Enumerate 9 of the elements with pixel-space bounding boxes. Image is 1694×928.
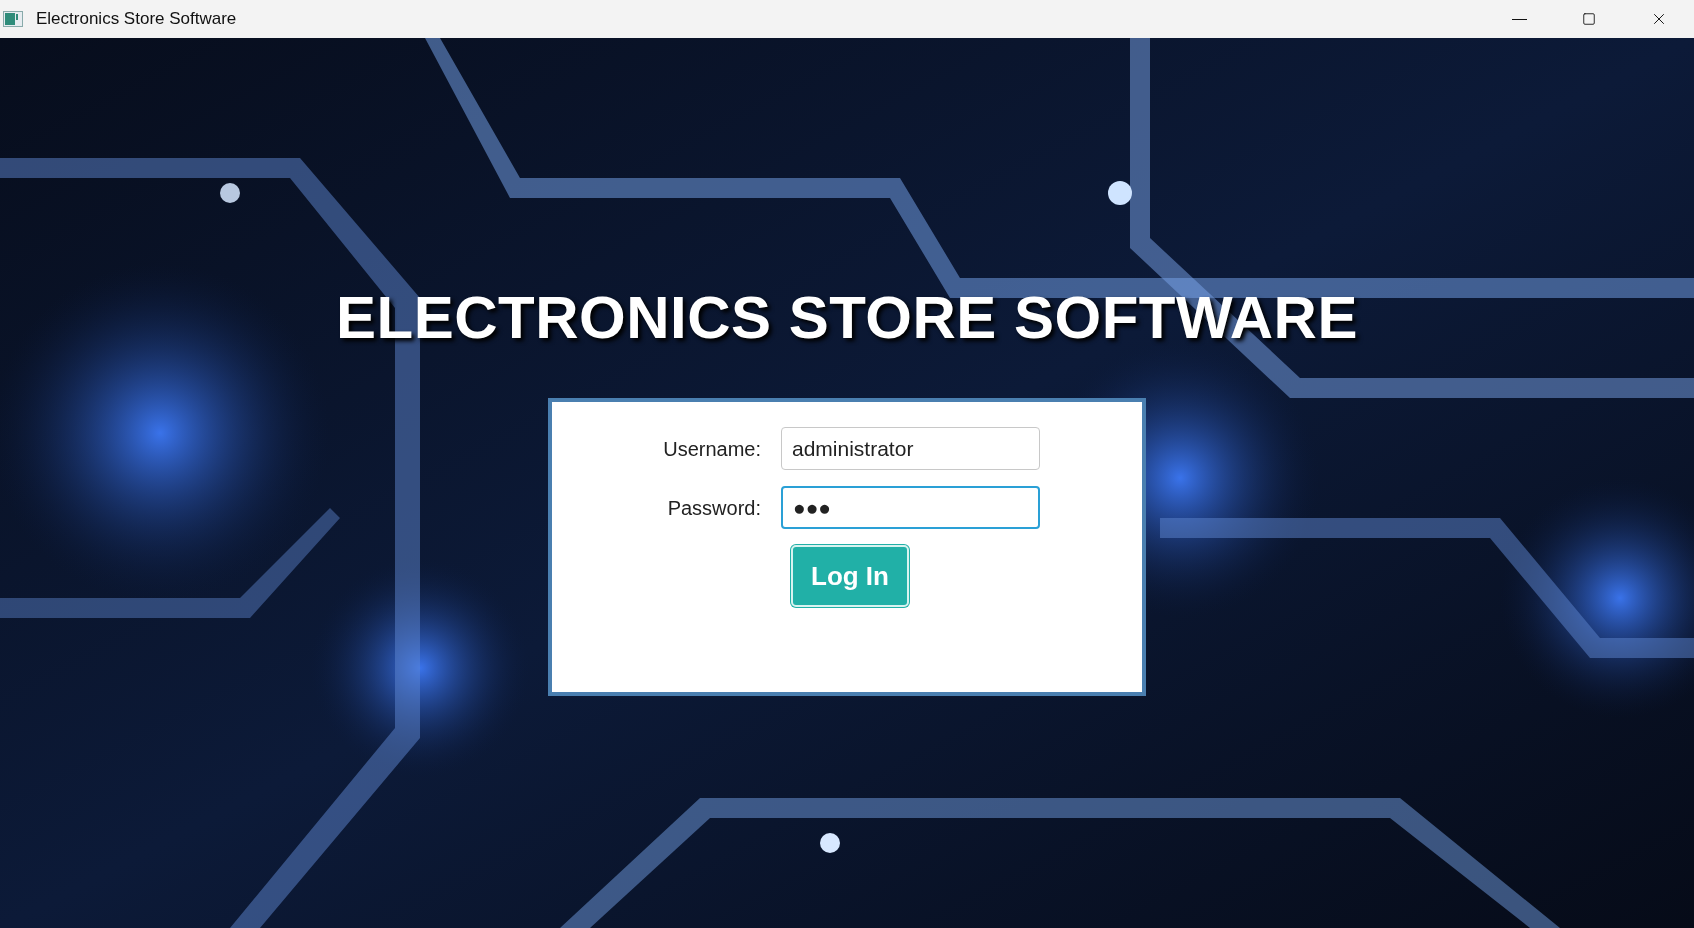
password-field[interactable]: ●●● xyxy=(781,486,1040,529)
field-label: Username: xyxy=(662,436,761,462)
minimize-icon xyxy=(1511,18,1527,20)
maximize-icon xyxy=(1582,12,1596,26)
window-title: Electronics Store Software xyxy=(36,8,237,31)
page-heading: ELECTRONICS STORE SOFTWARE xyxy=(336,288,1358,348)
username-field[interactable]: administrator xyxy=(781,427,1040,470)
app-icon xyxy=(3,11,23,27)
field-label: Password: xyxy=(666,495,761,521)
